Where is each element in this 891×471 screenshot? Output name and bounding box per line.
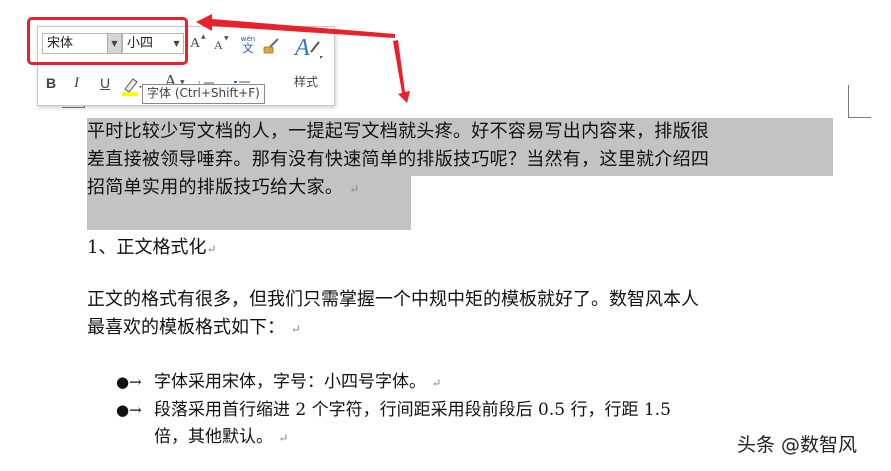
section-heading[interactable]: 1、正文格式化↵ bbox=[87, 233, 217, 259]
list-item[interactable]: ●→ 字体采用宋体，字号：小四号字体。 ↵ bbox=[112, 369, 812, 397]
annotation-arrow-down bbox=[393, 40, 410, 103]
para2-line-2: 最喜欢的模板格式如下： bbox=[87, 317, 285, 338]
paragraph-mark: ↵ bbox=[290, 322, 301, 336]
bullet-2-line-1: 段落采用首行缩进 2 个字符，行间距采用段前段后 0.5 行，行距 1.5 bbox=[154, 400, 671, 420]
intro-line-2: 差直接被领导唾弃。那有没有快速简单的排版技巧呢？当然有，这里就介绍四 bbox=[87, 149, 710, 170]
paragraph-mark: ↵ bbox=[349, 182, 360, 196]
heading-text: 1、正文格式化 bbox=[87, 237, 207, 258]
bullet-2-line-2: 倍，其他默认。 bbox=[154, 427, 273, 447]
bullet-icon: ●→ bbox=[116, 401, 142, 419]
para2-line-1: 正文的格式有很多，但我们只需掌握一个中规中矩的模板就好了。数智风本人 bbox=[87, 289, 699, 310]
paragraph-mark: ↵ bbox=[431, 376, 442, 390]
paragraph-line: 招简单实用的排版技巧给大家。 ↵ bbox=[87, 174, 833, 203]
paragraph-mark: ↵ bbox=[206, 242, 217, 256]
intro-line-1: 平时比较少写文档的人，一提起写文档就头疼。好不容易写出内容来，排版很 bbox=[87, 121, 710, 142]
paragraph-line: 差直接被领导唾弃。那有没有快速简单的排版技巧呢？当然有，这里就介绍四 bbox=[87, 146, 833, 174]
selected-paragraph[interactable]: 平时比较少写文档的人，一提起写文档就头疼。好不容易写出内容来，排版很 差直接被领… bbox=[87, 118, 833, 230]
paragraph-mark: ↵ bbox=[278, 431, 289, 445]
bullet-icon: ●→ bbox=[116, 373, 142, 391]
body-paragraph[interactable]: 正文的格式有很多，但我们只需掌握一个中规中矩的模板就好了。数智风本人 最喜欢的模… bbox=[87, 286, 835, 343]
paragraph-line: 平时比较少写文档的人，一提起写文档就头疼。好不容易写出内容来，排版很 bbox=[87, 118, 833, 146]
bullet-list: ●→ 字体采用宋体，字号：小四号字体。 ↵ ●→ 段落采用首行缩进 2 个字符，… bbox=[112, 369, 812, 452]
bullet-1-line-1: 字体采用宋体，字号：小四号字体。 bbox=[154, 372, 426, 392]
annotation-arrow-horizontal bbox=[196, 14, 395, 38]
intro-line-3: 招简单实用的排版技巧给大家。 bbox=[87, 177, 344, 198]
list-item[interactable]: ●→ 段落采用首行缩进 2 个字符，行间距采用段前段后 0.5 行，行距 1.5… bbox=[112, 397, 812, 452]
watermark-text: 头条 @数智风 bbox=[737, 434, 858, 456]
